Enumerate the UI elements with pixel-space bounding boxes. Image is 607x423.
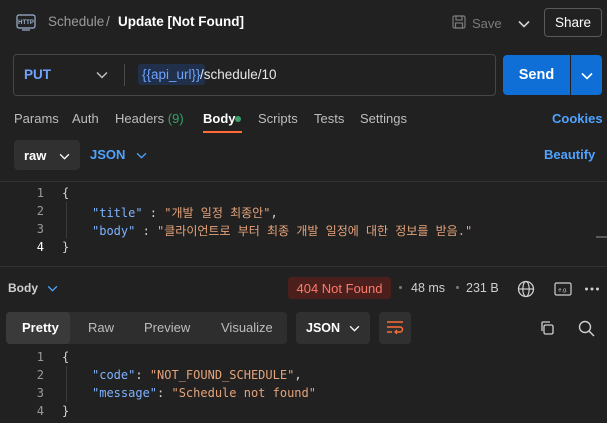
body-mode-select[interactable]: raw xyxy=(14,140,80,170)
search-icon[interactable] xyxy=(574,316,598,340)
breadcrumb-collection[interactable]: Schedule xyxy=(48,14,104,29)
separator-dot xyxy=(399,286,402,289)
tab-headers-label: Headers xyxy=(115,111,165,126)
json-key: "title" xyxy=(92,206,143,220)
view-preview[interactable]: Preview xyxy=(144,320,190,335)
save-icon xyxy=(452,14,466,32)
body-indicator-dot xyxy=(235,116,241,122)
response-body-viewer[interactable]: 1 2 3 4 { "code": "NOT_FOUND_SCHEDULE", … xyxy=(0,347,607,423)
tab-settings[interactable]: Settings xyxy=(360,111,407,126)
indent-guide xyxy=(66,202,67,238)
tab-params[interactable]: Params xyxy=(14,111,59,126)
response-time[interactable]: 48 ms xyxy=(411,281,445,295)
tab-headers[interactable]: Headers (9) xyxy=(115,111,184,126)
tab-tests[interactable]: Tests xyxy=(314,111,344,126)
json-value: "NOT_FOUND_SCHEDULE" xyxy=(149,368,295,382)
copy-icon[interactable] xyxy=(535,316,559,340)
code-line-code: "code": "NOT_FOUND_SCHEDULE", xyxy=(92,368,302,382)
json-key: "code" xyxy=(92,368,136,382)
request-title[interactable]: Update [Not Found] xyxy=(118,14,244,29)
method-select[interactable]: PUT xyxy=(24,67,51,82)
code-line-message: "message": "Schedule not found" xyxy=(92,386,316,400)
response-body-label[interactable]: Body xyxy=(8,281,38,295)
url-divider xyxy=(124,64,125,86)
request-body-editor[interactable]: 1 2 3 4 { "title" : "개발 일정 최종안", "body" … xyxy=(0,181,607,267)
json-value: "Schedule not found" xyxy=(171,386,316,400)
view-raw[interactable]: Raw xyxy=(88,320,114,335)
line-number: 3 xyxy=(36,222,44,236)
code-line-open: { xyxy=(62,186,70,200)
breadcrumb-separator: / xyxy=(106,14,110,29)
scrollbar[interactable] xyxy=(596,236,607,238)
globe-icon[interactable] xyxy=(514,277,538,301)
wrap-lines-icon xyxy=(386,320,404,337)
response-format-select[interactable]: JSON xyxy=(296,312,370,344)
indent-guide xyxy=(66,366,67,402)
code-line-open: { xyxy=(62,350,70,364)
response-size[interactable]: 231 B xyxy=(466,281,499,295)
active-tab-underline xyxy=(203,131,242,133)
line-number: 1 xyxy=(36,186,44,200)
svg-text:e.g.: e.g. xyxy=(558,288,568,294)
url-input[interactable]: /schedule/10 xyxy=(200,67,277,82)
http-icon: HTTP xyxy=(16,12,36,32)
view-visualize[interactable]: Visualize xyxy=(221,320,273,335)
more-icon[interactable] xyxy=(580,277,604,301)
tab-scripts[interactable]: Scripts xyxy=(258,111,298,126)
url-variable[interactable]: {{api_url}} xyxy=(138,64,205,85)
body-mode-label: raw xyxy=(24,147,47,163)
save-options-button[interactable] xyxy=(512,10,536,36)
line-number: 3 xyxy=(36,386,44,400)
chevron-down-icon xyxy=(580,68,593,83)
line-number: 2 xyxy=(36,204,44,218)
json-key: "message" xyxy=(92,386,158,400)
code-line-close: } xyxy=(62,240,70,254)
chevron-down-icon xyxy=(349,321,360,335)
headers-count: (9) xyxy=(167,111,184,126)
line-number: 1 xyxy=(36,350,44,364)
cookies-link[interactable]: Cookies xyxy=(552,111,603,126)
chevron-down-icon xyxy=(518,16,530,31)
json-value: "클라이언트로 부터 최종 개발 일정에 대한 정보를 받음." xyxy=(157,224,473,238)
beautify-button[interactable]: Beautify xyxy=(544,147,595,162)
tab-auth[interactable]: Auth xyxy=(72,111,99,126)
code-line-close: } xyxy=(62,404,70,418)
line-number: 2 xyxy=(36,368,44,382)
send-options-button[interactable] xyxy=(571,55,602,95)
chevron-down-icon[interactable] xyxy=(47,280,58,295)
chevron-down-icon[interactable] xyxy=(136,147,147,162)
status-badge[interactable]: 404 Not Found xyxy=(288,277,391,299)
line-number: 4 xyxy=(36,240,44,254)
share-button[interactable]: Share xyxy=(544,8,602,37)
save-button[interactable]: Save xyxy=(452,10,510,36)
tab-body[interactable]: Body xyxy=(203,111,236,126)
save-label: Save xyxy=(472,15,502,31)
json-key: "body" xyxy=(92,224,136,238)
body-format-select[interactable]: JSON xyxy=(90,147,125,162)
chevron-down-icon[interactable] xyxy=(96,67,108,82)
wrap-lines-button[interactable] xyxy=(379,312,411,344)
json-value: "개발 일정 최종안" xyxy=(164,206,271,220)
code-line-title: "title" : "개발 일정 최종안", xyxy=(92,206,278,220)
response-format-label: JSON xyxy=(306,321,341,335)
separator-dot xyxy=(456,286,459,289)
chevron-down-icon xyxy=(59,148,70,163)
send-button[interactable]: Send xyxy=(503,55,570,95)
example-icon[interactable]: e.g. xyxy=(551,277,575,301)
svg-text:HTTP: HTTP xyxy=(18,20,34,26)
code-line-body: "body" : "클라이언트로 부터 최종 개발 일정에 대한 정보를 받음.… xyxy=(92,224,473,238)
line-number: 4 xyxy=(36,404,44,418)
view-pretty[interactable]: Pretty xyxy=(22,320,59,335)
